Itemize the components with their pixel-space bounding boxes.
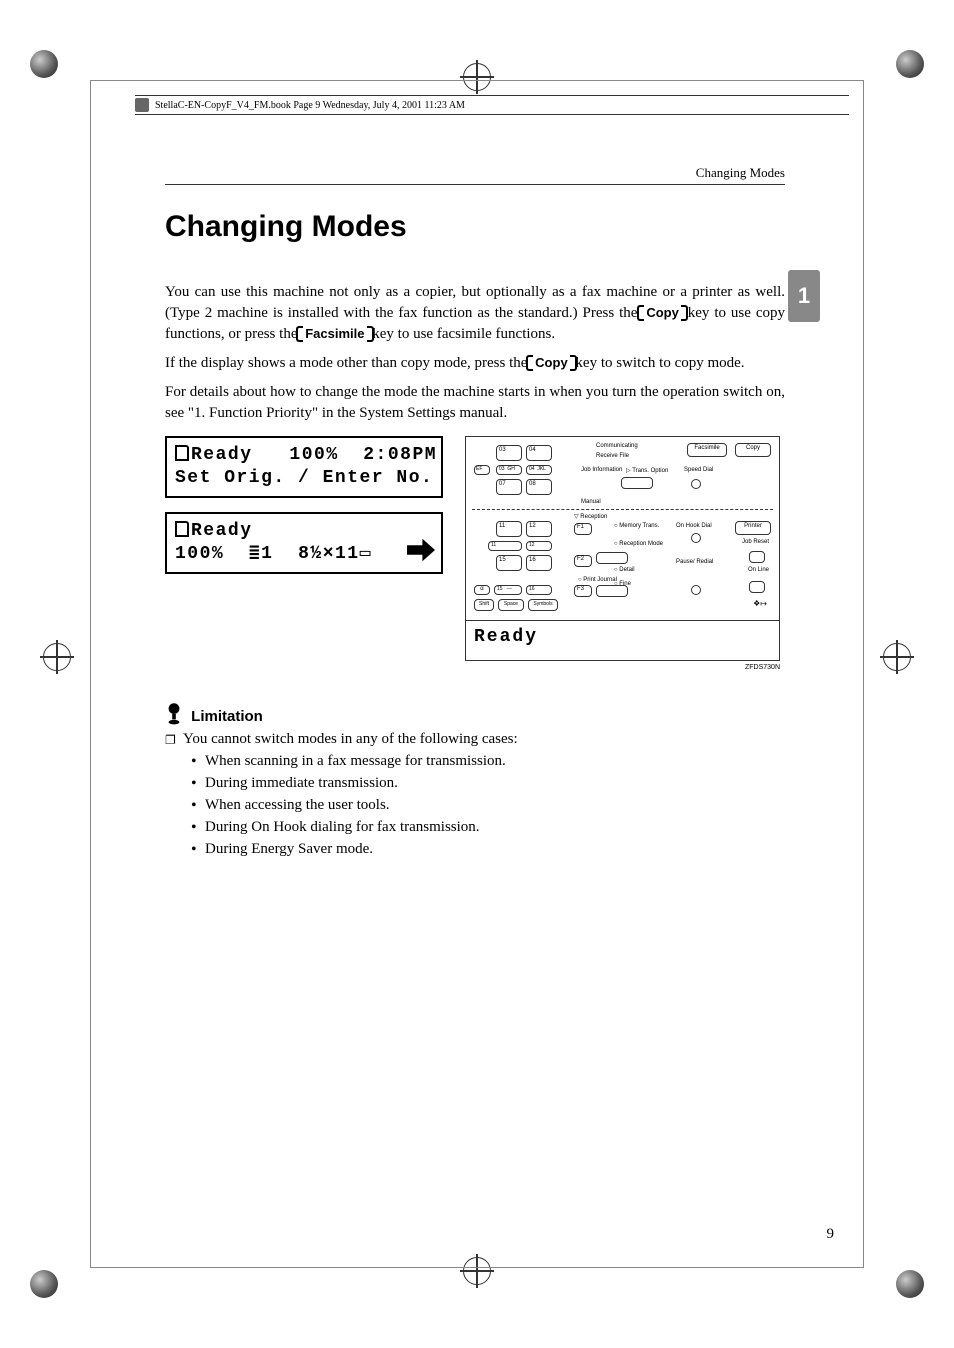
receive-file-label: Receive File xyxy=(596,453,629,459)
key-12: 12 xyxy=(526,521,552,537)
key-16b: 16 xyxy=(526,585,552,595)
control-panel-diagram: Communicating Receive File Facsimile Cop… xyxy=(465,436,780,621)
key-16: 16 xyxy=(526,555,552,571)
shift-key: Shift xyxy=(474,599,494,611)
key-alpha: α xyxy=(474,585,490,595)
job-reset-button xyxy=(749,551,765,563)
key-15: 15 xyxy=(496,555,522,571)
panel-lcd-ready: Ready xyxy=(465,621,780,661)
paragraph-2: If the display shows a mode other than c… xyxy=(165,353,785,374)
body-text: You can use this machine not only as a c… xyxy=(165,282,785,424)
on-hook-led xyxy=(691,533,701,543)
page-number: 9 xyxy=(827,1226,835,1243)
key-04: 04 xyxy=(526,445,552,461)
lcd-fax-mode: Ready 100% 2:08PM Set Orig. / Enter No. xyxy=(165,436,443,498)
reception-mode-label: ○ Reception Mode xyxy=(614,541,663,547)
f2-button xyxy=(596,552,628,564)
doc-icon xyxy=(175,445,189,461)
job-info-label: Job Information xyxy=(581,467,622,473)
header-filename-line: StellaC-EN-CopyF_V4_FM.book Page 9 Wedne… xyxy=(135,95,849,115)
list-item: During On Hook dialing for fax transmiss… xyxy=(183,819,785,836)
paragraph-1: You can use this machine not only as a c… xyxy=(165,282,785,345)
figure-code: ZFDS730N xyxy=(465,664,780,671)
list-item: During Energy Saver mode. xyxy=(183,841,785,858)
space-key: Space xyxy=(498,599,524,611)
registration-mark-right xyxy=(880,640,914,674)
chapter-tab: 1 xyxy=(788,270,820,322)
symbols-key: Symbols xyxy=(528,599,558,611)
crop-mark-tl xyxy=(30,50,80,100)
lcd-displays: Ready 100% 2:08PM Set Orig. / Enter No. … xyxy=(165,436,443,671)
key-f2: F2 xyxy=(574,555,592,567)
limitation-cases: When scanning in a fax message for trans… xyxy=(183,753,785,858)
on-line-label: On Line xyxy=(748,567,769,573)
crop-mark-tr xyxy=(874,50,924,100)
reception-indicator: ▽ Reception xyxy=(574,513,607,520)
limitation-list: You cannot switch modes in any of the fo… xyxy=(165,731,785,858)
pause-redial-label: Pause/ Redial xyxy=(676,559,713,565)
trans-option-label: ▷ Trans. Option xyxy=(626,467,668,474)
copy-button: Copy xyxy=(735,443,771,457)
header-rule xyxy=(165,184,785,185)
detail-label: ○ Detail xyxy=(614,567,635,573)
key-f1: F1 xyxy=(574,523,592,535)
memory-trans-label: ○ Memory Trans. xyxy=(614,523,659,529)
print-journal-label: ○ Print Journal xyxy=(578,577,617,583)
limitation-heading: Limitation xyxy=(165,703,785,725)
speed-dial-label: Speed Dial xyxy=(684,467,713,473)
key-08: 08 xyxy=(526,479,552,495)
list-item: When accessing the user tools. xyxy=(183,797,785,814)
pause-led xyxy=(691,585,701,595)
limitation-icon xyxy=(165,703,183,725)
list-item: When scanning in a fax message for trans… xyxy=(183,753,785,770)
lcd-copy-mode: Ready 100% ≣1 8½×11▭ xyxy=(165,512,443,574)
key-15b: 15 — xyxy=(494,585,522,595)
paragraph-3: For details about how to change the mode… xyxy=(165,382,785,424)
book-icon xyxy=(135,98,149,112)
key-f3: F3 xyxy=(574,585,592,597)
key-03b: 03 GH xyxy=(496,465,522,475)
list-item: During immediate transmission. xyxy=(183,775,785,792)
key-04b: 04 JKL xyxy=(526,465,552,475)
registration-mark-left xyxy=(40,640,74,674)
control-panel-figure: Communicating Receive File Facsimile Cop… xyxy=(465,436,780,671)
data-icon: ❖↦ xyxy=(753,599,767,608)
speed-dial-led xyxy=(691,479,701,489)
running-header: Changing Modes xyxy=(165,165,785,181)
copy-key-label: Copy xyxy=(531,354,572,372)
communicating-label: Communicating xyxy=(596,443,638,449)
trans-option-button xyxy=(621,477,653,489)
crop-mark-bl xyxy=(30,1248,80,1298)
key-03: 03 xyxy=(496,445,522,461)
on-line-button xyxy=(749,581,765,593)
crop-mark-br xyxy=(874,1248,924,1298)
printer-button: Printer xyxy=(735,521,771,535)
key-12b: 12 xyxy=(526,541,552,551)
page-content: Changing Modes Changing Modes 1 You can … xyxy=(165,165,785,863)
figure-row: Ready 100% 2:08PM Set Orig. / Enter No. … xyxy=(165,436,785,671)
doc-icon xyxy=(175,521,189,537)
key-07: 07 xyxy=(496,479,522,495)
header-filename-text: StellaC-EN-CopyF_V4_FM.book Page 9 Wedne… xyxy=(155,100,465,111)
facsimile-key-label: Facsimile xyxy=(301,325,368,343)
key-11b: 11 xyxy=(488,541,522,551)
on-hook-label: On Hook Dial xyxy=(676,523,712,529)
key-ef: EF xyxy=(474,465,490,475)
facsimile-button: Facsimile xyxy=(687,443,727,457)
key-11: 11 xyxy=(496,521,522,537)
copy-key-label: Copy xyxy=(642,304,683,322)
page-title: Changing Modes xyxy=(165,210,785,244)
f3-button xyxy=(596,585,628,597)
divider xyxy=(472,509,773,510)
limitation-intro: You cannot switch modes in any of the fo… xyxy=(165,731,785,858)
manual-label: Manual xyxy=(581,499,601,505)
job-reset-label: Job Reset xyxy=(742,539,769,545)
